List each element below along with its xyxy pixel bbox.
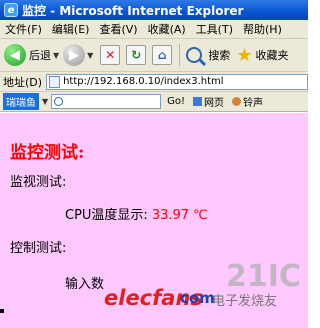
address-input[interactable]: http://192.168.0.10/index3.html	[46, 73, 308, 90]
page-content: 监控测试: 监视测试: CPU温度显示: 33.97 ℃ 控制测试: 输入数 21…	[0, 113, 308, 328]
ringtone-label: 铃声	[243, 98, 264, 109]
back-dropdown-icon[interactable]: ▼	[53, 51, 59, 60]
stop-icon[interactable]: ✕	[100, 45, 121, 65]
watermark-21ic: 21IC	[226, 259, 301, 294]
favorites-button-label[interactable]: 收藏夹	[255, 47, 288, 63]
ie-icon: e	[4, 3, 18, 17]
title-bar: e 监控 - Microsoft Internet Explorer	[0, 0, 308, 20]
cpu-temperature-row: CPU温度显示: 33.97 ℃	[65, 204, 208, 223]
home-icon[interactable]: ⌂	[152, 45, 173, 65]
standard-toolbar: ◀ 后退 ▼ ▶ ▼ ✕ ↻ ⌂ 搜索 ★ 收藏夹	[0, 39, 308, 72]
back-button-label[interactable]: 后退	[29, 47, 51, 63]
control-section-label: 控制测试:	[10, 241, 67, 256]
watermark-chinese: 电子发烧友	[212, 294, 278, 309]
web-icon	[193, 97, 203, 106]
toolbar-separator	[179, 44, 181, 66]
go-button[interactable]: Go!	[167, 96, 185, 107]
search-toolbar: 瑞瑞鱼 ▼ Go! 网页 铃声	[0, 92, 308, 112]
cpu-temperature-label: CPU温度显示:	[65, 208, 148, 223]
toolbar-logo[interactable]: 瑞瑞鱼	[3, 93, 39, 110]
forward-dropdown-icon[interactable]: ▼	[87, 51, 93, 60]
favorites-star-icon[interactable]: ★	[236, 45, 252, 66]
menu-view[interactable]: 查看(V)	[94, 21, 142, 37]
watermark-com: com	[180, 289, 215, 307]
menu-file[interactable]: 文件(F)	[0, 21, 47, 37]
window-title: 监控 - Microsoft Internet Explorer	[22, 3, 244, 18]
monitor-section-label: 监视测试:	[10, 175, 67, 190]
forward-arrow-icon[interactable]: ▶	[63, 44, 86, 66]
address-url[interactable]: http://192.168.0.10/index3.html	[63, 76, 223, 87]
toolbar-item-web[interactable]: 网页	[193, 94, 224, 109]
cpu-temperature-value: 33.97 ℃	[151, 208, 208, 223]
back-arrow-icon[interactable]: ◀	[4, 44, 26, 66]
logo-dropdown-icon[interactable]: ▼	[42, 97, 48, 106]
edge-marker	[0, 309, 4, 313]
menu-help[interactable]: 帮助(H)	[238, 21, 287, 37]
toolbar-search-input[interactable]	[51, 94, 162, 109]
page-icon	[49, 75, 61, 88]
input-number-label: 输入数	[65, 277, 105, 292]
search-button-label[interactable]: 搜索	[208, 47, 230, 63]
search-icon	[54, 97, 64, 106]
menu-bar: 文件(F) 编辑(E) 查看(V) 收藏(A) 工具(T) 帮助(H)	[0, 20, 308, 39]
menu-favorites[interactable]: 收藏(A)	[143, 21, 191, 37]
web-label: 网页	[204, 98, 225, 109]
menu-tools[interactable]: 工具(T)	[191, 21, 238, 37]
refresh-icon[interactable]: ↻	[126, 45, 147, 65]
menu-edit[interactable]: 编辑(E)	[47, 21, 95, 37]
search-icon[interactable]	[186, 47, 203, 63]
ringtone-icon	[232, 97, 242, 106]
page-title: 监控测试:	[10, 143, 85, 163]
address-bar: 地址(D) http://192.168.0.10/index3.html	[0, 72, 308, 92]
address-label: 地址(D)	[3, 75, 43, 89]
toolbar-item-ringtone[interactable]: 铃声	[232, 94, 263, 109]
